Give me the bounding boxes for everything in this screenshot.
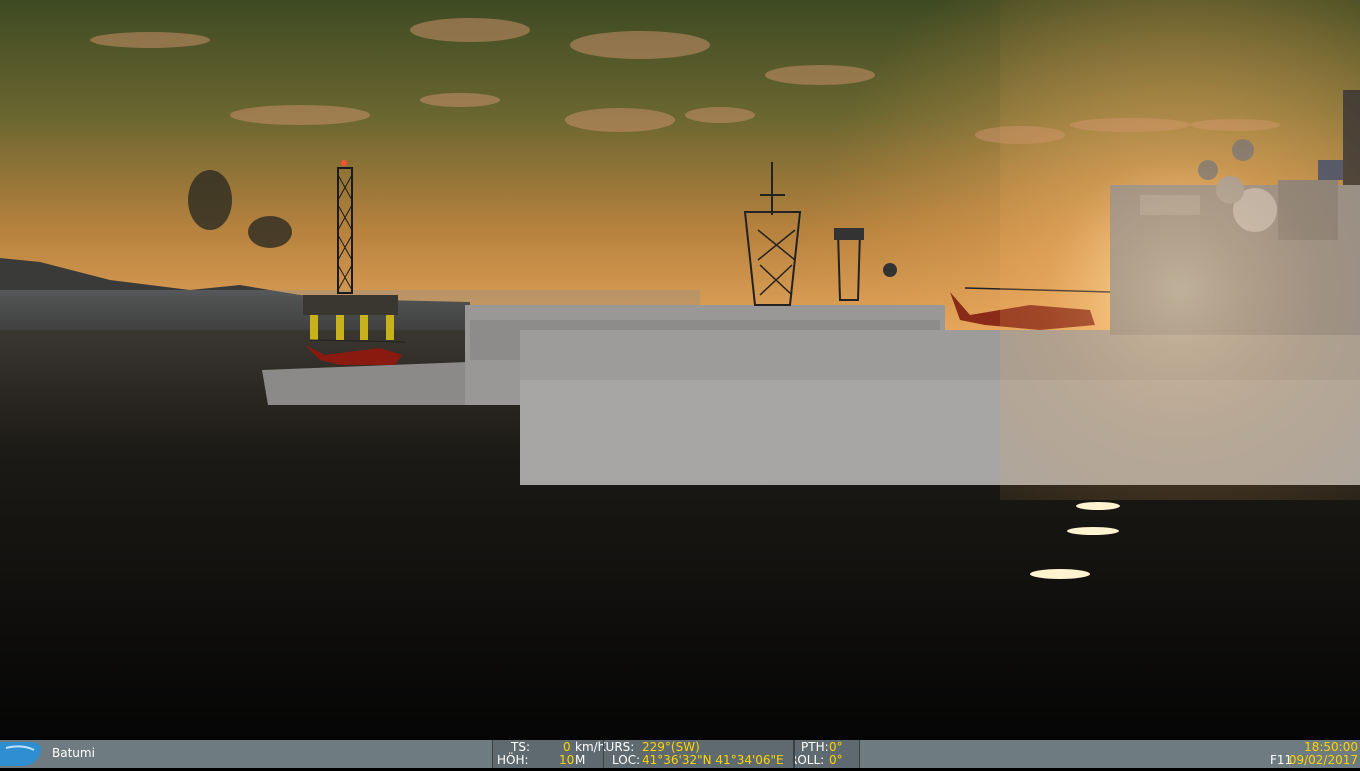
location-name: Batumi [52, 746, 95, 760]
logo-icon [0, 740, 48, 768]
pitch-roll-panel: PTH: 0° ROLL: 0° [794, 740, 860, 768]
heading-location-panel: KURS: 229°(SW) LOC: 41°36'32"N 41°34'06"… [603, 740, 794, 768]
loc-label: LOC: [612, 753, 641, 767]
loc-value: 41°36'32"N 41°34'06"E [642, 753, 784, 767]
roll-value: 0° [829, 753, 843, 767]
date-value: 09/02/2017 [1288, 753, 1358, 767]
time-date-panel: 18:50:00 F11 09/02/2017 [1262, 740, 1358, 768]
roll-label: ROLL: [795, 753, 825, 767]
scene-svg [0, 0, 1360, 740]
game-viewport[interactable] [0, 0, 1360, 740]
hoh-unit: M [575, 753, 586, 767]
status-bar: Batumi TS: 0 km/h HÖH: 10 M KURS: 229°(S… [0, 740, 1360, 768]
hoh-value: 10 [559, 753, 575, 767]
hoh-label: HÖH: [497, 753, 529, 767]
speed-altitude-panel: TS: 0 km/h HÖH: 10 M [492, 740, 605, 768]
